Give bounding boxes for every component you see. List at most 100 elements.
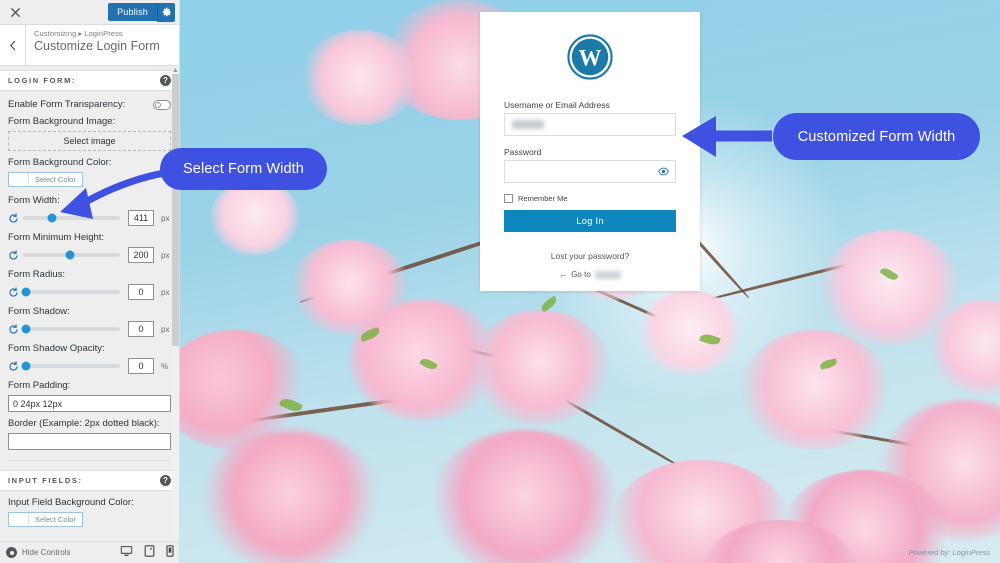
form-shadow-value[interactable]: 0	[128, 321, 154, 337]
form-padding-label: Form Padding:	[8, 380, 71, 391]
form-radius-slider[interactable]	[21, 287, 120, 297]
form-background-color-picker[interactable]: Select Color	[8, 172, 83, 187]
control-form-shadow-opacity: Form Shadow Opacity: 0 %	[0, 337, 179, 374]
help-icon[interactable]: ?	[160, 75, 171, 86]
form-width-unit: px	[161, 213, 170, 223]
wordpress-logo-icon: W	[504, 12, 676, 100]
tablet-view-icon[interactable]	[144, 545, 155, 560]
input-field-background-color-picker[interactable]: Select Color	[8, 512, 83, 527]
form-border-input[interactable]	[8, 433, 171, 450]
redacted-username-overlay	[512, 120, 544, 129]
control-form-transparency: Enable Form Transparency:	[0, 91, 179, 110]
form-shadow-opacity-slider[interactable]	[21, 361, 120, 371]
control-form-width: Form Width: 411 px	[0, 189, 179, 226]
publish-button[interactable]: Publish	[108, 3, 157, 21]
form-border-label: Border (Example: 2px dotted black):	[8, 418, 160, 429]
reset-icon[interactable]	[8, 212, 19, 224]
customizer-footer: Hide Controls	[0, 541, 179, 563]
input-field-background-color-label: Input Field Background Color:	[8, 497, 134, 508]
customizer-sidebar: Publish Customizing ▸ LoginPress Customi…	[0, 0, 180, 563]
chevron-left-icon[interactable]	[0, 25, 26, 65]
form-width-label: Form Width:	[8, 195, 60, 206]
desktop-view-icon[interactable]	[120, 545, 133, 560]
help-icon[interactable]: ?	[160, 475, 171, 486]
remember-me-checkbox[interactable]	[504, 194, 513, 203]
remember-me-label: Remember Me	[518, 194, 568, 203]
breadcrumb-current: LoginPress	[84, 29, 123, 38]
password-input[interactable]	[504, 160, 676, 183]
section-header-login-form[interactable]: LOGIN FORM: ?	[0, 70, 179, 91]
section-divider	[8, 460, 171, 461]
control-input-field-bg-color: Input Field Background Color: Select Col…	[0, 491, 179, 529]
control-form-min-height: Form Minimum Height: 200 px	[0, 226, 179, 263]
svg-text:W: W	[579, 46, 602, 71]
form-transparency-toggle[interactable]	[153, 99, 171, 110]
control-form-padding: Form Padding:	[0, 374, 179, 412]
form-min-height-value[interactable]: 200	[128, 247, 154, 263]
username-input-wrap	[504, 113, 676, 136]
preview-pane: W Username or Email Address Password Rem…	[180, 0, 1000, 563]
select-image-button[interactable]: Select image	[8, 131, 171, 151]
device-preview-switcher	[120, 545, 174, 560]
password-input-wrap	[504, 160, 676, 183]
hide-controls-label: Hide Controls	[22, 548, 71, 557]
login-submit-button[interactable]: Log In	[504, 210, 676, 232]
form-padding-input[interactable]	[8, 395, 171, 412]
form-width-value[interactable]: 411	[128, 210, 154, 226]
reset-icon[interactable]	[8, 249, 19, 261]
page-title: Customize Login Form	[34, 39, 160, 53]
collapse-icon	[6, 547, 17, 558]
lost-password-link[interactable]: Lost your password?	[504, 251, 676, 261]
section-header-input-fields[interactable]: INPUT FIELDS: ?	[0, 470, 179, 491]
section-label: LOGIN FORM:	[8, 76, 77, 85]
color-swatch	[9, 513, 29, 526]
eye-icon[interactable]	[658, 166, 669, 177]
select-color-label: Select Color	[35, 515, 76, 524]
remember-me-row[interactable]: Remember Me	[504, 194, 676, 203]
form-width-slider[interactable]	[23, 213, 120, 223]
hide-controls-button[interactable]: Hide Controls	[6, 547, 70, 558]
form-background-color-label: Form Background Color:	[8, 157, 112, 168]
breadcrumb-root: Customizing	[34, 29, 77, 38]
form-radius-unit: px	[161, 287, 170, 297]
customizer-title-row: Customizing ▸ LoginPress Customize Login F…	[0, 25, 179, 66]
control-form-radius: Form Radius: 0 px	[0, 263, 179, 300]
form-shadow-slider[interactable]	[21, 324, 120, 334]
section-label: INPUT FIELDS:	[8, 476, 83, 485]
mobile-view-icon[interactable]	[166, 545, 174, 560]
form-min-height-unit: px	[161, 250, 170, 260]
reset-icon[interactable]	[8, 360, 19, 372]
powered-by-label: Powered by: LoginPress	[908, 548, 990, 557]
sidebar-scrollbar-thumb[interactable]	[172, 74, 179, 346]
form-min-height-slider[interactable]	[23, 250, 120, 260]
password-label: Password	[504, 147, 542, 157]
callout-customized-form-width: Customized Form Width	[773, 113, 980, 160]
form-shadow-opacity-unit: %	[161, 361, 169, 371]
breadcrumb-separator: ▸	[78, 29, 83, 38]
form-radius-value[interactable]: 0	[128, 284, 154, 300]
form-shadow-opacity-value[interactable]: 0	[128, 358, 154, 374]
login-form: W Username or Email Address Password Rem…	[480, 12, 700, 291]
redacted-site-name	[594, 270, 621, 279]
go-to-site-link[interactable]: ← Go to	[504, 270, 676, 279]
select-color-label: Select Color	[35, 175, 76, 184]
form-shadow-unit: px	[161, 324, 170, 334]
control-form-background-color: Form Background Color: Select Color	[0, 151, 179, 189]
form-radius-label: Form Radius:	[8, 269, 66, 280]
control-form-background-image: Form Background Image: Select image	[0, 110, 179, 151]
go-to-label: Go to	[571, 270, 591, 279]
username-label: Username or Email Address	[504, 100, 610, 110]
reset-icon[interactable]	[8, 286, 19, 298]
callout-select-form-width: Select Form Width	[160, 148, 327, 190]
reset-icon[interactable]	[8, 323, 19, 335]
back-arrow-icon: ←	[559, 270, 568, 279]
close-icon[interactable]	[4, 1, 26, 23]
customizer-screen: W Username or Email Address Password Rem…	[0, 0, 1000, 563]
customizer-header: Publish	[0, 0, 179, 25]
control-form-shadow: Form Shadow: 0 px	[0, 300, 179, 337]
breadcrumb: Customizing ▸ LoginPress	[34, 29, 160, 38]
gear-icon[interactable]	[157, 2, 175, 22]
controls-panel: LOGIN FORM: ? Enable Form Transparency: …	[0, 66, 179, 563]
form-shadow-label: Form Shadow:	[8, 306, 70, 317]
color-swatch	[9, 173, 29, 186]
